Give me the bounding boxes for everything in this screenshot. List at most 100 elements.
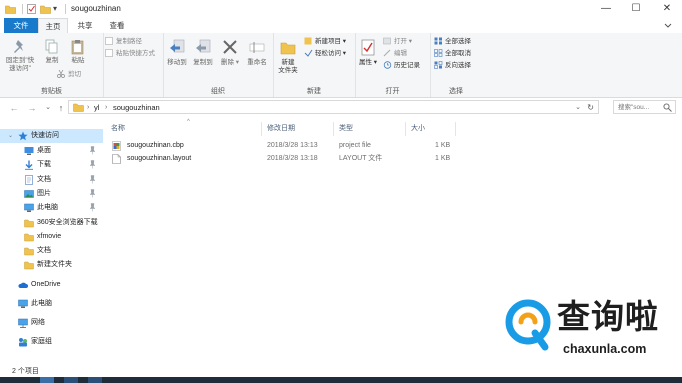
- rename-icon: [249, 42, 265, 53]
- column-header-name[interactable]: 名称: [111, 122, 125, 136]
- column-header-label: 名称: [111, 125, 125, 132]
- open-group-label: 打开: [385, 88, 400, 95]
- new-folder-button[interactable]: 新建 文件夹: [275, 39, 301, 75]
- nav-item[interactable]: 此电脑: [0, 201, 103, 215]
- select-all-button[interactable]: 全部选择: [434, 37, 471, 47]
- file-row[interactable]: sougouzhinan.cbp 2018/3/28 13:13 project f…: [109, 140, 479, 152]
- nav-item[interactable]: 桌面: [0, 144, 103, 158]
- breadcrumb-item[interactable]: sougouzhinan: [113, 101, 160, 114]
- breadcrumb-separator[interactable]: ›: [105, 101, 107, 114]
- file-row[interactable]: sougouzhinan.layout 2018/3/28 13:18 LAYOUT…: [109, 153, 479, 165]
- open-button[interactable]: 打开 ▾: [383, 37, 412, 47]
- nav-item[interactable]: xfmovie: [0, 230, 103, 244]
- paste-button[interactable]: 粘贴: [66, 39, 90, 65]
- copy-path-button[interactable]: 复制路径: [105, 37, 142, 47]
- forward-button[interactable]: →: [26, 101, 38, 115]
- help-icon[interactable]: [662, 20, 674, 31]
- column-separator[interactable]: [261, 122, 262, 136]
- clipboard-extra-group: 复制路径 粘贴快捷方式 剪切: [57, 33, 164, 97]
- minimize-button[interactable]: —: [591, 0, 621, 18]
- select-none-button[interactable]: 全部取消: [434, 49, 471, 59]
- back-button[interactable]: ←: [8, 101, 20, 115]
- paste-shortcut-icon: [105, 49, 114, 58]
- clipboard-group-label: 剪贴板: [41, 88, 62, 95]
- column-separator[interactable]: [405, 122, 406, 136]
- invert-selection-label: 反向选择: [445, 62, 471, 69]
- up-button[interactable]: ↑: [55, 101, 67, 115]
- move-to-button[interactable]: 移动到: [165, 39, 189, 67]
- nav-item[interactable]: 新建文件夹: [0, 258, 103, 272]
- column-separator[interactable]: [333, 122, 334, 136]
- properties-icon[interactable]: [27, 3, 36, 15]
- tab-share[interactable]: 共享: [70, 18, 100, 33]
- open-label: 打开: [394, 38, 407, 45]
- folder-icon: [24, 262, 34, 270]
- taskbar: [0, 377, 682, 383]
- maximize-button[interactable]: ☐: [621, 0, 651, 18]
- nav-label: 快速访问: [31, 132, 59, 139]
- address-bar[interactable]: › yl › sougouzhinan ⌄ ↻: [68, 100, 599, 114]
- nav-quick-access[interactable]: ⌄ 快速访问: [0, 129, 103, 143]
- breadcrumb-separator[interactable]: ›: [87, 101, 89, 114]
- nav-item[interactable]: 图片: [0, 187, 103, 201]
- recent-locations-button[interactable]: ⌄: [42, 101, 54, 115]
- easy-access-icon: [304, 49, 313, 58]
- file-modified-cell: 2018/3/28 13:13: [267, 142, 318, 149]
- copy-to-button[interactable]: 复制到: [191, 39, 215, 67]
- nav-this-pc[interactable]: 此电脑: [0, 297, 103, 311]
- delete-icon: [223, 40, 237, 54]
- properties-button[interactable]: 属性 ▾: [357, 39, 379, 67]
- nav-item[interactable]: 文档: [0, 244, 103, 258]
- nav-label: 下载: [37, 161, 51, 169]
- nav-item[interactable]: 文档: [0, 173, 103, 187]
- folder-icon: [24, 233, 34, 242]
- pin-icon[interactable]: [89, 160, 96, 169]
- column-header-type[interactable]: 类型: [339, 122, 353, 136]
- close-button[interactable]: ✕: [652, 0, 682, 18]
- file-type-cell: LAYOUT 文件: [339, 154, 383, 162]
- copy-label: 复制: [45, 57, 59, 64]
- tab-view[interactable]: 查看: [102, 18, 132, 33]
- edit-button[interactable]: 编辑: [383, 49, 407, 59]
- nav-item[interactable]: 下载: [0, 158, 103, 172]
- nav-onedrive[interactable]: OneDrive: [0, 278, 103, 292]
- invert-selection-button[interactable]: 反向选择: [434, 61, 471, 71]
- pin-icon[interactable]: [89, 203, 96, 212]
- cut-button[interactable]: 剪切: [57, 70, 81, 80]
- column-header-size[interactable]: 大小: [411, 122, 425, 136]
- pin-icon[interactable]: [89, 189, 96, 198]
- watermark-title: 查询啦: [557, 297, 659, 336]
- nav-label: OneDrive: [31, 281, 61, 288]
- new-group: 新建 文件夹 新建项目 ▾ 轻松访问 ▾ 新建: [273, 33, 356, 97]
- pin-icon[interactable]: [89, 174, 96, 184]
- taskbar-button[interactable]: [88, 377, 102, 383]
- paste-shortcut-button[interactable]: 粘贴快捷方式: [105, 49, 155, 59]
- history-button[interactable]: 历史记录: [383, 61, 420, 71]
- desktop-icon: [24, 147, 34, 155]
- pin-to-quick-access-button[interactable]: 固定到"快 速访问": [4, 39, 36, 73]
- new-folder-icon[interactable]: [40, 3, 51, 15]
- rename-button[interactable]: 重命名: [245, 39, 269, 67]
- delete-button[interactable]: 删除 ▾: [219, 39, 241, 67]
- new-item-button[interactable]: 新建项目 ▾: [304, 37, 346, 47]
- collapse-icon[interactable]: ⌄: [8, 131, 13, 141]
- nav-item[interactable]: 360安全浏览器下载: [0, 216, 103, 230]
- tab-file[interactable]: 文件: [4, 18, 38, 33]
- select-none-icon: [434, 49, 443, 58]
- column-separator[interactable]: [455, 122, 456, 136]
- address-dropdown-button[interactable]: ⌄: [575, 101, 581, 114]
- search-box[interactable]: 搜索"sou...: [613, 100, 676, 114]
- column-header-modified[interactable]: 修改日期: [267, 122, 295, 136]
- scissors-icon: [57, 70, 66, 79]
- taskbar-button[interactable]: [64, 377, 78, 383]
- copy-button[interactable]: 复制: [40, 39, 64, 65]
- pin-icon[interactable]: [89, 146, 96, 155]
- nav-homegroup[interactable]: 家庭组: [0, 335, 103, 349]
- breadcrumb-item[interactable]: yl: [94, 101, 99, 114]
- taskbar-button[interactable]: [40, 377, 54, 383]
- easy-access-button[interactable]: 轻松访问 ▾: [304, 49, 346, 59]
- refresh-button[interactable]: ↻: [587, 101, 594, 114]
- quick-access-customize-icon[interactable]: ▾: [53, 3, 62, 15]
- tab-home[interactable]: 主页: [38, 18, 68, 33]
- nav-network[interactable]: 网络: [0, 316, 103, 330]
